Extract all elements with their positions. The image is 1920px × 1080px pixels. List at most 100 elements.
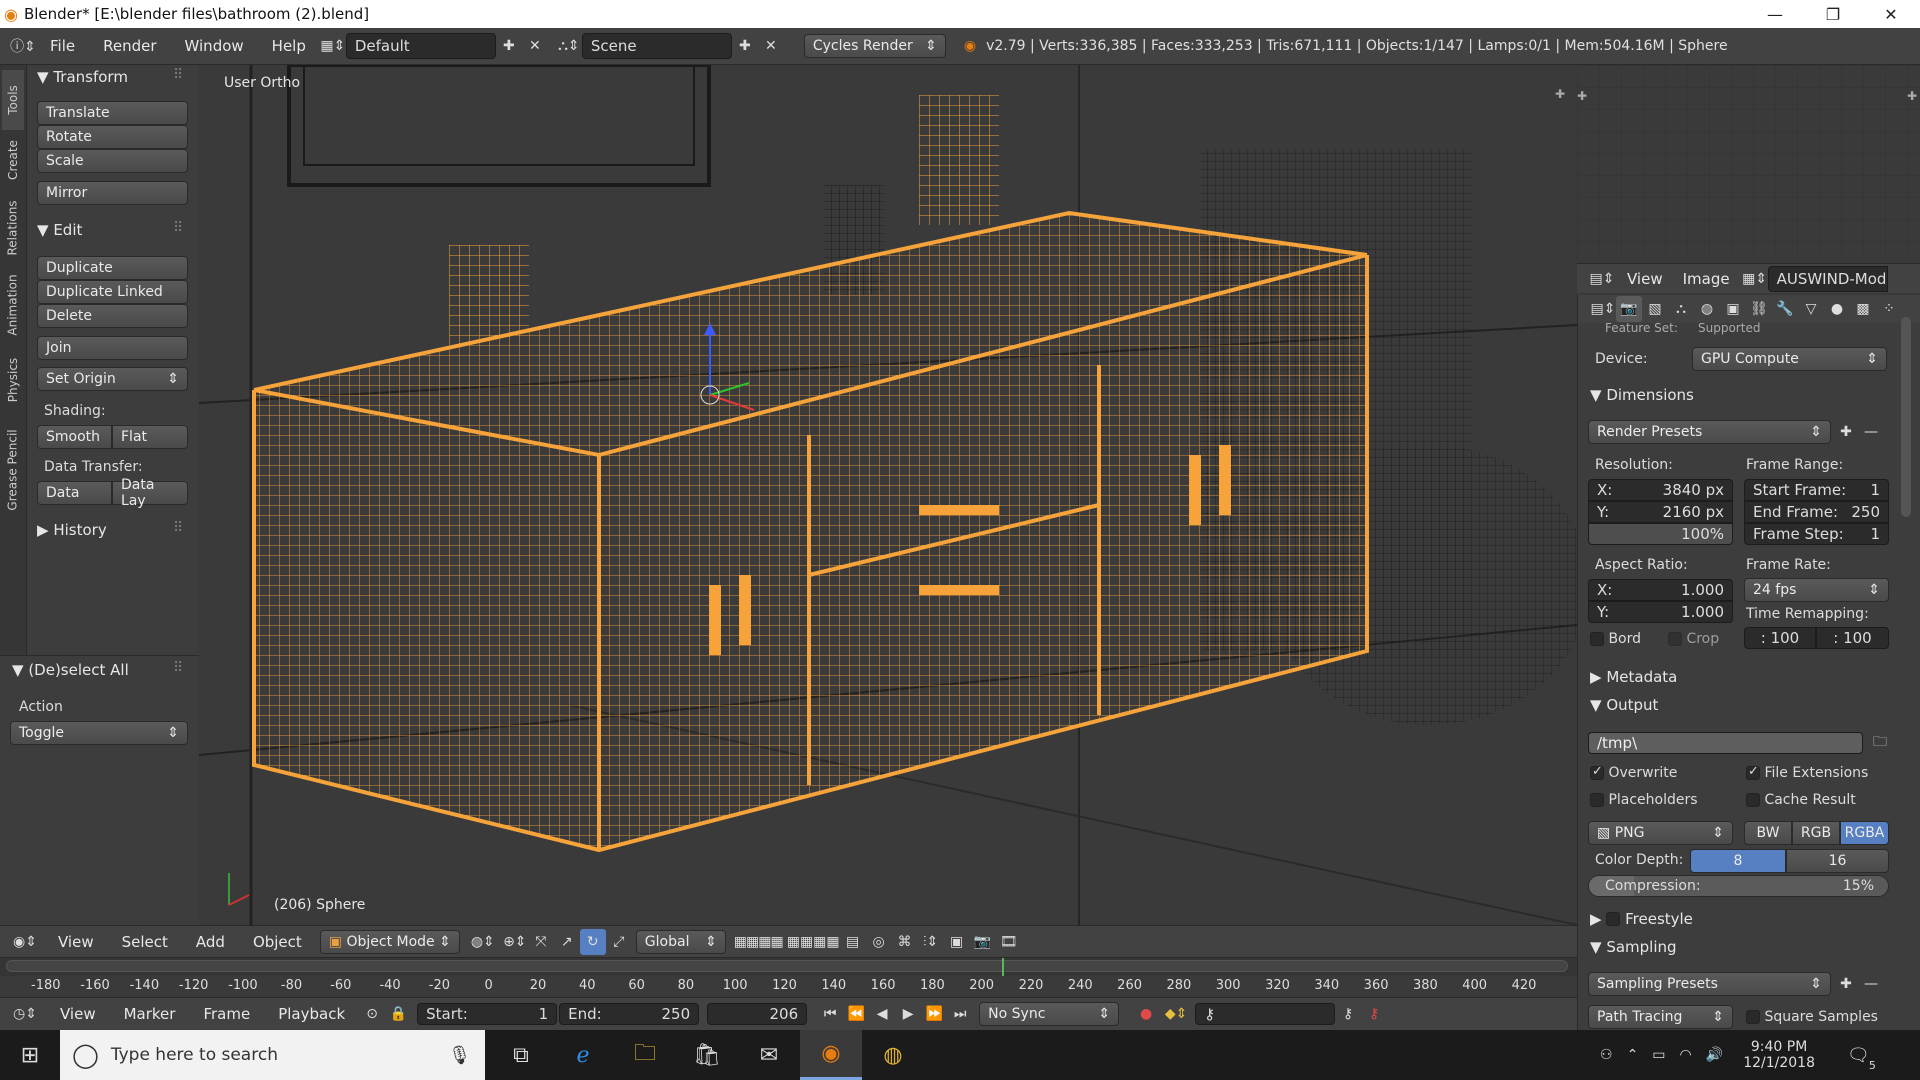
rgba-button[interactable]: RGBA (1840, 821, 1889, 845)
data-icon[interactable]: ▽ (1798, 296, 1824, 322)
frame-step-field[interactable]: Frame Step: 1 (1744, 523, 1889, 545)
edge-icon[interactable]: ℯ (552, 1030, 614, 1080)
jump-start-icon[interactable]: ⏮ (817, 1001, 843, 1027)
menu-file[interactable]: File (36, 37, 89, 55)
object-icon[interactable]: ▣ (1720, 296, 1746, 322)
data-lay-button[interactable]: Data Lay (112, 477, 188, 509)
start-frame-field[interactable]: Start Frame: 1 (1744, 479, 1889, 501)
dimensions-panel-header[interactable]: ▼ Dimensions (1590, 383, 1694, 407)
texture-icon[interactable]: ▩ (1850, 296, 1876, 322)
people-icon[interactable]: ⚇ (1600, 1047, 1613, 1063)
task-view-icon[interactable]: ⧉ (490, 1030, 552, 1080)
material-icon[interactable]: ● (1824, 296, 1850, 322)
file-format-select[interactable]: ▧ PNG ⇕ (1588, 821, 1733, 845)
wifi-icon[interactable]: ◠ (1680, 1047, 1692, 1063)
image-name-field[interactable]: AUSWIND-Modern (1767, 265, 1888, 292)
duplicate-linked-button[interactable]: Duplicate Linked (37, 280, 188, 304)
resolution-x-field[interactable]: X: 3840 px (1588, 479, 1733, 501)
history-panel-header[interactable]: ▶ History (37, 518, 107, 542)
bw-button[interactable]: BW (1744, 821, 1792, 845)
operator-panel-header[interactable]: ▼ (De)select All (12, 658, 129, 682)
render-engine-select[interactable]: Cycles Render ⇕ (803, 34, 946, 58)
metadata-panel-header[interactable]: ▶ Metadata (1590, 665, 1677, 689)
time-remap-new-field[interactable]: : 100 (1816, 627, 1889, 649)
layers-icon[interactable]: ▦▦▦▦ (734, 929, 784, 955)
drag-handle-icon[interactable]: ⠿ (173, 67, 183, 83)
cache-result-checkbox[interactable]: Cache Result (1746, 792, 1856, 808)
insert-keyframe-icon[interactable]: ⚷ (1335, 1001, 1361, 1027)
modifiers-icon[interactable]: 🔧 (1772, 296, 1798, 322)
render-layers-icon[interactable]: ▧ (1642, 296, 1668, 322)
view-menu[interactable]: View (38, 933, 108, 951)
timeline-ruler[interactable]: -180 -160 -140 -120 -100 -80 -60 -40 -20 0 20 40 60 8… (0, 957, 1577, 997)
render-animation-icon[interactable]: 📷 (970, 929, 996, 955)
aspect-y-field[interactable]: Y: 1.000 (1588, 601, 1733, 623)
overwrite-checkbox[interactable]: Overwrite (1590, 764, 1677, 781)
rotate-button[interactable]: Rotate (37, 125, 188, 149)
windows-start-icon[interactable]: ⊞ (0, 1030, 60, 1080)
aspect-x-field[interactable]: X: 1.000 (1588, 579, 1733, 601)
rotate-manipulator-icon[interactable]: ↻ (579, 928, 606, 955)
uv-menu-image[interactable]: Image (1675, 270, 1738, 288)
frame-menu[interactable]: Frame (189, 1005, 264, 1023)
square-samples-checkbox[interactable]: Square Samples (1746, 1009, 1878, 1025)
depth-8-button[interactable]: 8 (1690, 849, 1786, 873)
proportional-edit-icon[interactable]: ◎ (866, 929, 892, 955)
add-menu[interactable]: Add (182, 933, 239, 951)
jump-keyframe-forward-icon[interactable]: ⏩ (921, 1001, 947, 1027)
folder-icon[interactable]: 🗀 (1867, 730, 1893, 756)
add-preset-icon[interactable]: ✚ (1833, 419, 1859, 445)
play-reverse-icon[interactable]: ◀ (869, 1001, 895, 1027)
uv-editor[interactable]: ✚ ✚ (1577, 65, 1920, 260)
world-icon[interactable]: ◍ (1694, 296, 1720, 322)
transform-panel-header[interactable]: ▼ Transform (37, 65, 128, 89)
data-button[interactable]: Data (37, 481, 112, 505)
taskbar-search-box[interactable]: ◯ Type here to search 🎙 (60, 1030, 485, 1080)
edit-panel-header[interactable]: ▼ Edit (37, 218, 82, 242)
drag-handle-icon[interactable]: ⠿ (173, 220, 183, 236)
jump-keyframe-back-icon[interactable]: ⏪ (843, 1001, 869, 1027)
tab-tools[interactable]: Tools (2, 70, 24, 130)
panel-expand-icon[interactable]: ✚ (1907, 89, 1917, 103)
scene-icon[interactable]: ⛬⇕ (556, 33, 582, 59)
resolution-y-field[interactable]: Y: 2160 px (1588, 501, 1733, 523)
record-icon[interactable]: ● (1133, 1001, 1159, 1027)
image-browse-icon[interactable]: ▦⇕ (1742, 266, 1768, 292)
current-frame-indicator[interactable] (1002, 958, 1004, 976)
store-icon[interactable]: 🛍 (676, 1030, 738, 1080)
join-button[interactable]: Join (37, 336, 188, 360)
smooth-button[interactable]: Smooth (37, 425, 112, 449)
current-frame-field[interactable]: 206 (707, 1003, 808, 1025)
battery-icon[interactable]: ▭ (1652, 1047, 1665, 1063)
time-remap-old-field[interactable]: : 100 (1744, 627, 1816, 649)
viewport-shading-icon[interactable]: ◍⇕ (470, 929, 496, 955)
minimize-button[interactable]: — (1746, 0, 1804, 28)
lock-layers-icon[interactable]: ▤ (840, 929, 866, 955)
translate-manipulator-icon[interactable]: ↗ (554, 929, 580, 955)
sync-select[interactable]: No Sync ⇕ (979, 1002, 1120, 1026)
snap-icon[interactable]: ⌘ (892, 929, 918, 955)
add-scene-icon[interactable]: ✚ (732, 33, 758, 59)
sampling-presets-select[interactable]: Sampling Presets ⇕ (1588, 972, 1831, 996)
output-path-field[interactable]: /tmp\ (1588, 732, 1863, 754)
keying-set-icon[interactable]: ◆⇕ (1163, 1001, 1189, 1027)
tab-relations[interactable]: Relations (2, 190, 24, 265)
particles-icon[interactable]: ⁘ (1876, 296, 1902, 322)
mail-icon[interactable]: ✉ (738, 1030, 800, 1080)
info-editor-icon[interactable]: ⓘ⇕ (10, 33, 36, 59)
sampling-panel-header[interactable]: ▼ Sampling (1590, 935, 1677, 959)
properties-scrollbar[interactable] (1901, 317, 1911, 517)
file-extensions-checkbox[interactable]: File Extensions (1746, 764, 1868, 781)
start-frame-timeline-field[interactable]: Start: 1 (417, 1003, 558, 1025)
editor-type-icon[interactable]: ▤⇕ (1589, 266, 1615, 292)
microphone-icon[interactable]: 🎙 (448, 1045, 471, 1066)
orientation-select[interactable]: Global ⇕ (635, 929, 726, 954)
frame-rate-select[interactable]: 24 fps ⇕ (1744, 578, 1889, 602)
show-hidden-icons-icon[interactable]: ⌃ (1627, 1047, 1639, 1063)
render-tab-icon[interactable]: 📷 (1616, 296, 1642, 322)
freestyle-panel-header[interactable]: ▶ Freestyle (1590, 907, 1693, 931)
tab-create[interactable]: Create (2, 130, 24, 190)
chrome-icon[interactable]: ◍ (862, 1030, 924, 1080)
remove-preset-icon[interactable]: — (1858, 419, 1884, 445)
file-explorer-icon[interactable]: 🗀 (614, 1030, 676, 1080)
